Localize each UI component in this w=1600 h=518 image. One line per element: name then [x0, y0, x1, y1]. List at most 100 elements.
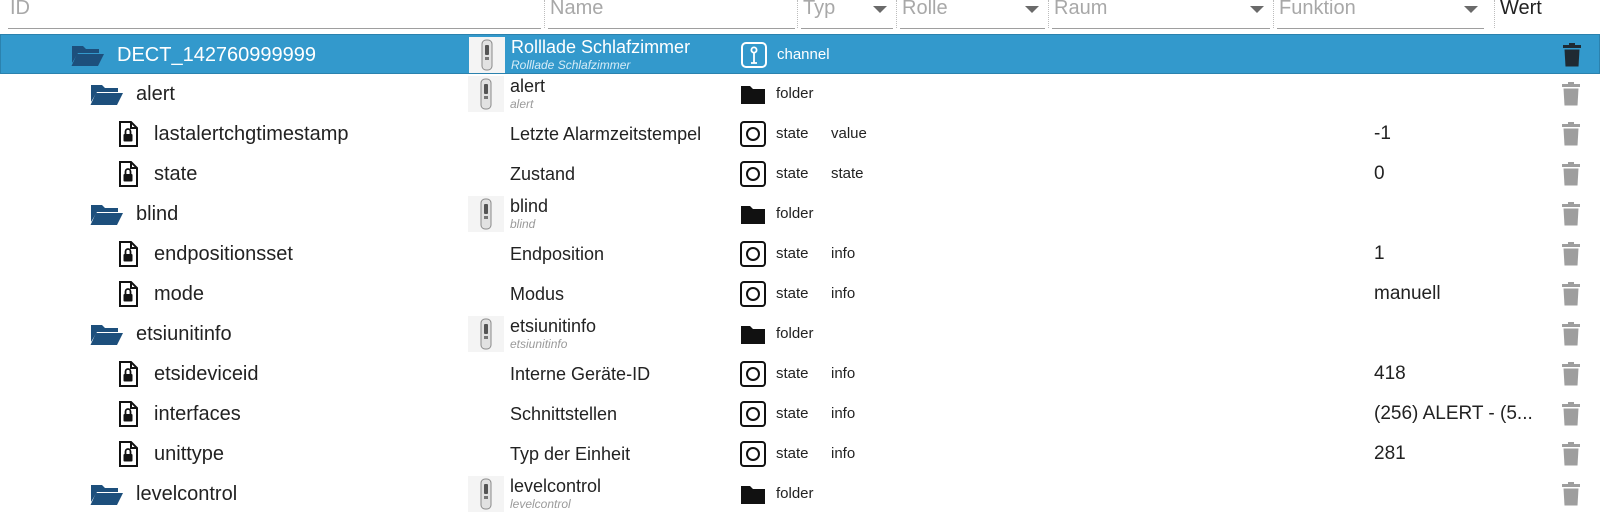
object-value[interactable]: -1: [1374, 123, 1391, 145]
channel-icon: [741, 42, 767, 73]
table-row[interactable]: lastalertchgtimestamp Letzte Alarmzeitste…: [0, 114, 1600, 154]
state-icon: [740, 161, 766, 192]
value-column-header: Wert: [1500, 0, 1542, 19]
object-name: Endposition: [510, 244, 605, 264]
object-name-subtitle: alert: [510, 97, 534, 111]
folder-open-icon: [90, 322, 124, 351]
table-row[interactable]: endpositionsset Endposition state info 1: [0, 234, 1600, 274]
object-type: state: [776, 125, 809, 142]
state-icon: [740, 121, 766, 152]
object-name: Typ der Einheit: [510, 444, 631, 464]
object-id: DECT_142760999999: [117, 44, 317, 66]
chevron-down-icon: [873, 6, 887, 13]
locked-file-icon: [118, 241, 138, 272]
object-type: state: [776, 285, 809, 302]
name-filter-input[interactable]: Name: [548, 0, 795, 29]
object-id: etsideviceid: [154, 363, 259, 385]
object-id: interfaces: [154, 403, 241, 425]
object-id: mode: [154, 283, 205, 305]
chevron-down-icon: [1025, 6, 1039, 13]
column-separator[interactable]: [544, 0, 545, 28]
column-separator[interactable]: [1273, 0, 1274, 28]
delete-icon[interactable]: [1562, 322, 1580, 351]
object-name: Modus: [510, 284, 565, 304]
object-type: folder: [776, 85, 814, 102]
table-row[interactable]: state Zustand state state 0: [0, 154, 1600, 194]
folder-open-icon: [90, 202, 124, 231]
column-separator[interactable]: [1494, 0, 1495, 28]
id-filter-placeholder: ID: [10, 0, 30, 19]
delete-icon[interactable]: [1562, 362, 1580, 391]
object-name: Interne Geräte-ID: [510, 364, 651, 384]
state-icon: [740, 361, 766, 392]
column-separator[interactable]: [797, 0, 798, 28]
id-filter-input[interactable]: ID: [8, 0, 541, 29]
object-id: unittype: [154, 443, 225, 465]
delete-icon[interactable]: [1562, 442, 1580, 471]
object-role: info: [831, 245, 856, 262]
delete-icon[interactable]: [1562, 82, 1580, 111]
delete-icon[interactable]: [1562, 162, 1580, 191]
object-id: lastalertchgtimestamp: [154, 123, 349, 145]
object-role: info: [831, 405, 856, 422]
object-id: blind: [136, 203, 179, 225]
table-row-selected[interactable]: DECT_142760999999 Rolllade Schlafzimmer Ro…: [0, 34, 1600, 74]
locked-file-icon: [118, 361, 138, 392]
object-id: levelcontrol: [136, 483, 238, 505]
chevron-down-icon: [1464, 6, 1478, 13]
delete-icon[interactable]: [1562, 282, 1580, 311]
table-row[interactable]: interfaces Schnittstellen state info (256) A…: [0, 394, 1600, 434]
object-id: state: [154, 163, 198, 185]
object-value[interactable]: 0: [1374, 163, 1385, 185]
folder-icon: [740, 323, 766, 350]
device-image: [468, 316, 504, 352]
object-name: Rolllade Schlafzimmer: [511, 37, 691, 57]
object-name-subtitle: levelcontrol: [510, 497, 571, 511]
locked-file-icon: [118, 441, 138, 472]
table-row[interactable]: etsideviceid Interne Geräte-ID state info 41…: [0, 354, 1600, 394]
device-image: [468, 76, 504, 112]
table-row[interactable]: levelcontrol levelcontrol levelcontrol fold…: [0, 474, 1600, 514]
folder-open-icon: [71, 43, 105, 72]
locked-file-icon: [118, 401, 138, 432]
object-role: state: [831, 165, 864, 182]
filter-bar: ID Name Typ Rolle Raum Funktion Wert: [0, 0, 1600, 34]
column-separator[interactable]: [896, 0, 897, 28]
table-row[interactable]: mode Modus state info manuell: [0, 274, 1600, 314]
delete-icon[interactable]: [1563, 43, 1581, 72]
function-filter-select[interactable]: Funktion: [1277, 0, 1484, 29]
delete-icon[interactable]: [1562, 242, 1580, 271]
column-separator[interactable]: [1048, 0, 1049, 28]
object-type: channel: [777, 46, 830, 63]
object-name: levelcontrol: [510, 476, 602, 496]
object-type: folder: [776, 325, 814, 342]
table-row[interactable]: alert alert alert folder: [0, 74, 1600, 114]
state-icon: [740, 401, 766, 432]
object-name-subtitle: etsiunitinfo: [510, 337, 568, 351]
object-name-subtitle: Rolllade Schlafzimmer: [511, 58, 631, 72]
delete-icon[interactable]: [1562, 482, 1580, 511]
table-row[interactable]: etsiunitinfo etsiunitinfo etsiunitinfo fold…: [0, 314, 1600, 354]
object-value[interactable]: (256) ALERT - (5...: [1374, 403, 1533, 425]
object-id: endpositionsset: [154, 243, 293, 265]
delete-icon[interactable]: [1562, 122, 1580, 151]
state-icon: [740, 441, 766, 472]
delete-icon[interactable]: [1562, 202, 1580, 231]
table-row[interactable]: unittype Typ der Einheit state info 281: [0, 434, 1600, 474]
object-value[interactable]: 281: [1374, 443, 1406, 465]
object-value[interactable]: 418: [1374, 363, 1406, 385]
type-filter-select[interactable]: Typ: [801, 0, 893, 29]
object-name: Schnittstellen: [510, 404, 618, 424]
object-type: state: [776, 405, 809, 422]
object-value[interactable]: manuell: [1374, 283, 1441, 305]
object-id: etsiunitinfo: [136, 323, 232, 345]
role-filter-select[interactable]: Rolle: [900, 0, 1045, 29]
table-row[interactable]: blind blind blind folder: [0, 194, 1600, 234]
role-filter-label: Rolle: [902, 0, 948, 19]
object-name: etsiunitinfo: [510, 316, 597, 336]
object-type: folder: [776, 485, 814, 502]
delete-icon[interactable]: [1562, 402, 1580, 431]
object-value[interactable]: 1: [1374, 243, 1385, 265]
object-type: folder: [776, 205, 814, 222]
room-filter-select[interactable]: Raum: [1052, 0, 1270, 29]
